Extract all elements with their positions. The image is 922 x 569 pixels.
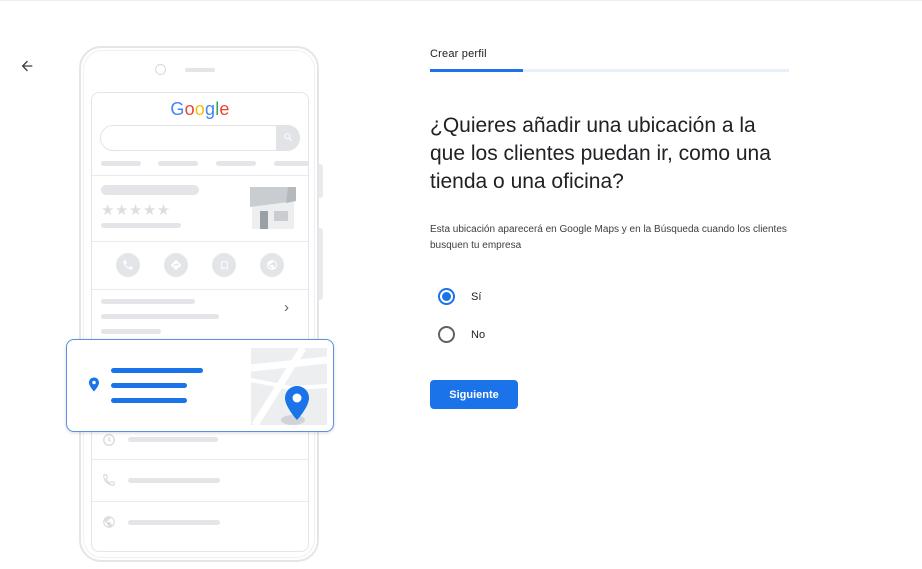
card-line	[111, 383, 187, 388]
logo-letter: o	[194, 99, 205, 119]
phone-camera	[155, 64, 166, 75]
radio-option-si[interactable]: Sí	[438, 288, 481, 305]
back-button[interactable]	[14, 53, 40, 79]
phone-illustration: Google ★★★★★ ›	[79, 46, 323, 562]
progress-bar	[430, 69, 789, 72]
map-pin-icon	[285, 386, 309, 420]
directions-icon	[171, 260, 181, 270]
logo-letter: G	[170, 99, 185, 119]
clock-icon	[102, 433, 116, 447]
mock-divider	[92, 501, 308, 502]
card-line	[111, 368, 203, 373]
radio-button[interactable]	[438, 288, 455, 305]
globe-icon	[267, 260, 277, 270]
mock-divider	[92, 459, 308, 460]
card-line	[111, 398, 187, 403]
radio-label: Sí	[471, 290, 482, 303]
location-card-illustration	[66, 339, 334, 432]
next-button[interactable]: Siguiente	[430, 380, 518, 409]
google-logo: Google	[92, 99, 308, 120]
mock-tab	[216, 161, 256, 166]
mock-action	[116, 253, 140, 277]
store-icon	[250, 187, 296, 229]
logo-letter: g	[205, 99, 216, 119]
mock-divider	[92, 241, 308, 242]
top-divider	[0, 0, 922, 1]
mock-line	[101, 299, 195, 304]
mock-business-name	[101, 185, 199, 195]
logo-letter: e	[219, 99, 230, 119]
page-description: Esta ubicación aparecerá en Google Maps …	[430, 224, 787, 251]
search-icon	[283, 133, 292, 142]
radio-label: No	[471, 328, 486, 341]
phone-icon	[123, 260, 133, 270]
radio-dot	[442, 292, 451, 301]
phone-screen: Google ★★★★★ ›	[91, 92, 309, 552]
globe-icon	[102, 515, 116, 529]
location-pin-icon	[89, 377, 99, 392]
mock-divider	[92, 175, 308, 176]
phone-side-button	[319, 164, 323, 198]
step-label: Crear perfil	[430, 48, 487, 60]
mock-search-box	[100, 125, 300, 151]
mock-line	[101, 329, 161, 334]
page-title: ¿Quieres añadir una ubicación a la que l…	[430, 114, 771, 193]
mock-search-button	[276, 125, 300, 150]
phone-speaker	[185, 68, 215, 72]
mock-tab	[274, 161, 308, 166]
mock-divider	[92, 289, 308, 290]
chevron-right-icon: ›	[284, 299, 289, 316]
mock-line	[128, 520, 220, 525]
mock-line	[128, 478, 220, 483]
arrow-back-icon	[21, 60, 33, 72]
mock-tab	[101, 161, 141, 166]
logo-letter: o	[184, 99, 195, 119]
phone-side-button	[319, 228, 323, 300]
mock-line	[128, 437, 218, 442]
radio-option-no[interactable]: No	[438, 326, 485, 343]
mock-line	[101, 314, 219, 319]
progress-fill	[430, 69, 524, 72]
radio-button[interactable]	[438, 326, 455, 343]
bookmark-icon	[220, 260, 228, 270]
mock-action	[212, 253, 236, 277]
mock-rating-stars: ★★★★★	[101, 202, 171, 219]
mock-business-line	[101, 223, 181, 228]
phone-icon	[102, 473, 116, 487]
mock-tab	[158, 161, 198, 166]
mock-action	[164, 253, 188, 277]
mock-action	[260, 253, 284, 277]
mini-map	[251, 348, 327, 425]
